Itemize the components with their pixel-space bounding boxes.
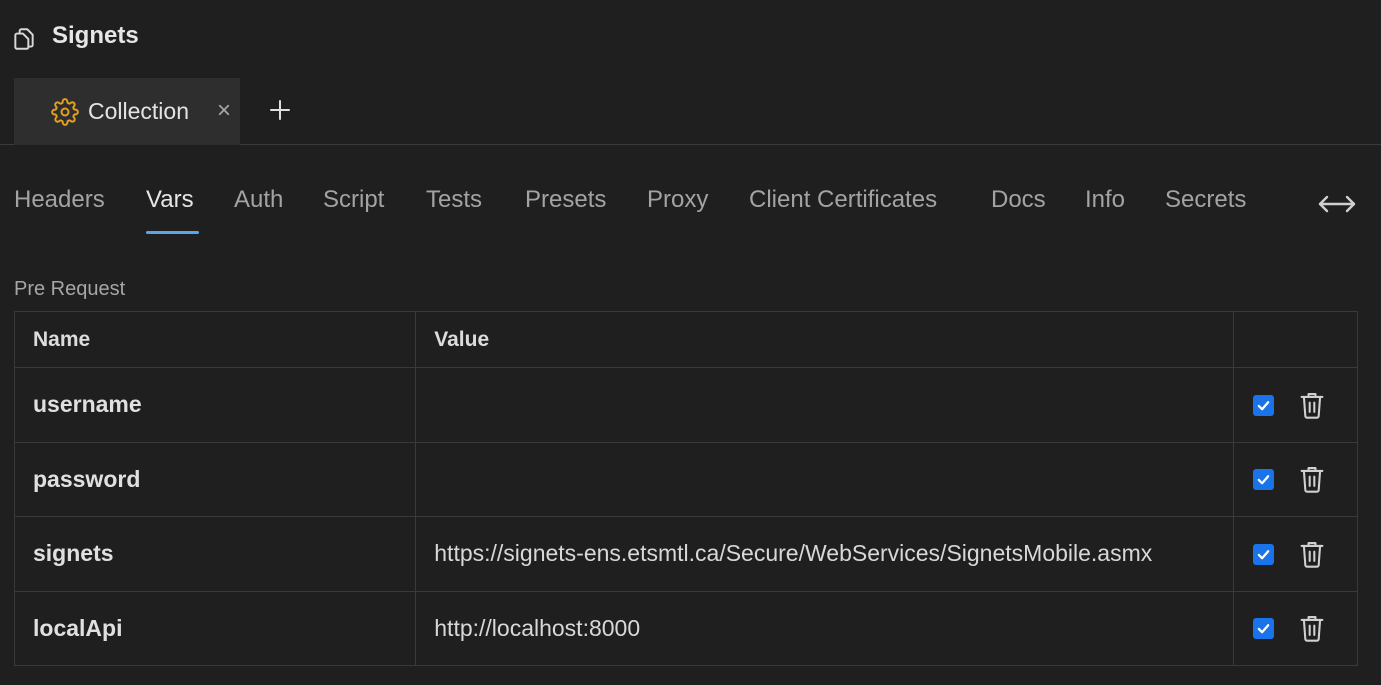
tab-headers[interactable]: Headers — [14, 186, 105, 214]
var-name[interactable]: localApi — [13, 590, 417, 666]
gear-icon — [51, 98, 79, 126]
tab-presets[interactable]: Presets — [525, 186, 606, 214]
row-actions — [1233, 441, 1358, 517]
app-title: Signets — [52, 22, 139, 49]
tab-vars[interactable]: Vars — [146, 186, 194, 214]
tab-client-certificates[interactable]: Client Certificates — [749, 186, 937, 214]
check-icon — [1257, 549, 1270, 560]
check-icon — [1257, 624, 1270, 634]
tab-auth[interactable]: Auth — [234, 186, 283, 214]
tab-docs[interactable]: Docs — [991, 186, 1046, 214]
table-header-row: Name Value — [13, 311, 1358, 368]
check-icon — [1257, 400, 1270, 411]
var-value-text: http://localhost:8000 — [434, 614, 641, 641]
settings-tabs: Headers Vars Auth Script Tests Presets P… — [0, 180, 1381, 236]
copy-icon — [14, 28, 34, 50]
var-value[interactable] — [415, 441, 1235, 517]
close-icon[interactable]: × — [213, 99, 235, 123]
row-actions — [1233, 590, 1358, 666]
trash-icon[interactable] — [1298, 539, 1326, 569]
trash-icon[interactable] — [1298, 464, 1326, 494]
app-header: Signets — [0, 0, 1381, 78]
var-value[interactable] — [415, 367, 1235, 443]
tab-secrets[interactable]: Secrets — [1165, 186, 1246, 214]
column-header-name: Name — [13, 311, 417, 368]
table-row: signets https://signets-ens.etsmtl.ca/Se… — [13, 516, 1358, 592]
tab-proxy[interactable]: Proxy — [647, 186, 708, 214]
tab-info[interactable]: Info — [1085, 186, 1125, 214]
enabled-checkbox[interactable] — [1253, 469, 1275, 491]
check-icon — [1257, 475, 1270, 485]
enabled-checkbox[interactable] — [1253, 543, 1275, 565]
var-value[interactable]: http://localhost:8000 — [415, 590, 1235, 666]
tab-label: Collection — [88, 98, 189, 124]
vars-table: Name Value username password signets htt… — [13, 311, 1358, 666]
tab-script[interactable]: Script — [323, 186, 384, 214]
table-row: localApi http://localhost:8000 — [13, 590, 1358, 666]
table-row: username — [13, 367, 1358, 443]
trash-icon[interactable] — [1298, 613, 1326, 643]
column-header-value: Value — [415, 311, 1235, 368]
column-header-actions — [1233, 311, 1358, 368]
var-value-text: https://signets-ens.etsmtl.ca/Secure/Web… — [434, 540, 1153, 567]
tab-bar: Collection × — [0, 78, 1381, 145]
row-actions — [1233, 367, 1358, 443]
trash-icon[interactable] — [1298, 390, 1326, 420]
expand-horizontal-icon[interactable] — [1316, 190, 1358, 218]
tab-tests[interactable]: Tests — [426, 186, 482, 214]
row-actions — [1233, 516, 1358, 592]
enabled-checkbox[interactable] — [1253, 618, 1275, 640]
pre-request-label: Pre Request — [14, 278, 126, 300]
var-name[interactable]: signets — [13, 516, 417, 592]
active-tab-indicator — [146, 231, 199, 234]
plus-icon[interactable] — [264, 94, 296, 126]
table-row: password — [13, 441, 1358, 517]
tab-collection[interactable]: Collection × — [14, 78, 240, 145]
enabled-checkbox[interactable] — [1253, 394, 1275, 416]
var-value[interactable]: https://signets-ens.etsmtl.ca/Secure/Web… — [415, 516, 1235, 592]
var-name[interactable]: username — [13, 367, 417, 443]
var-name[interactable]: password — [13, 441, 417, 517]
